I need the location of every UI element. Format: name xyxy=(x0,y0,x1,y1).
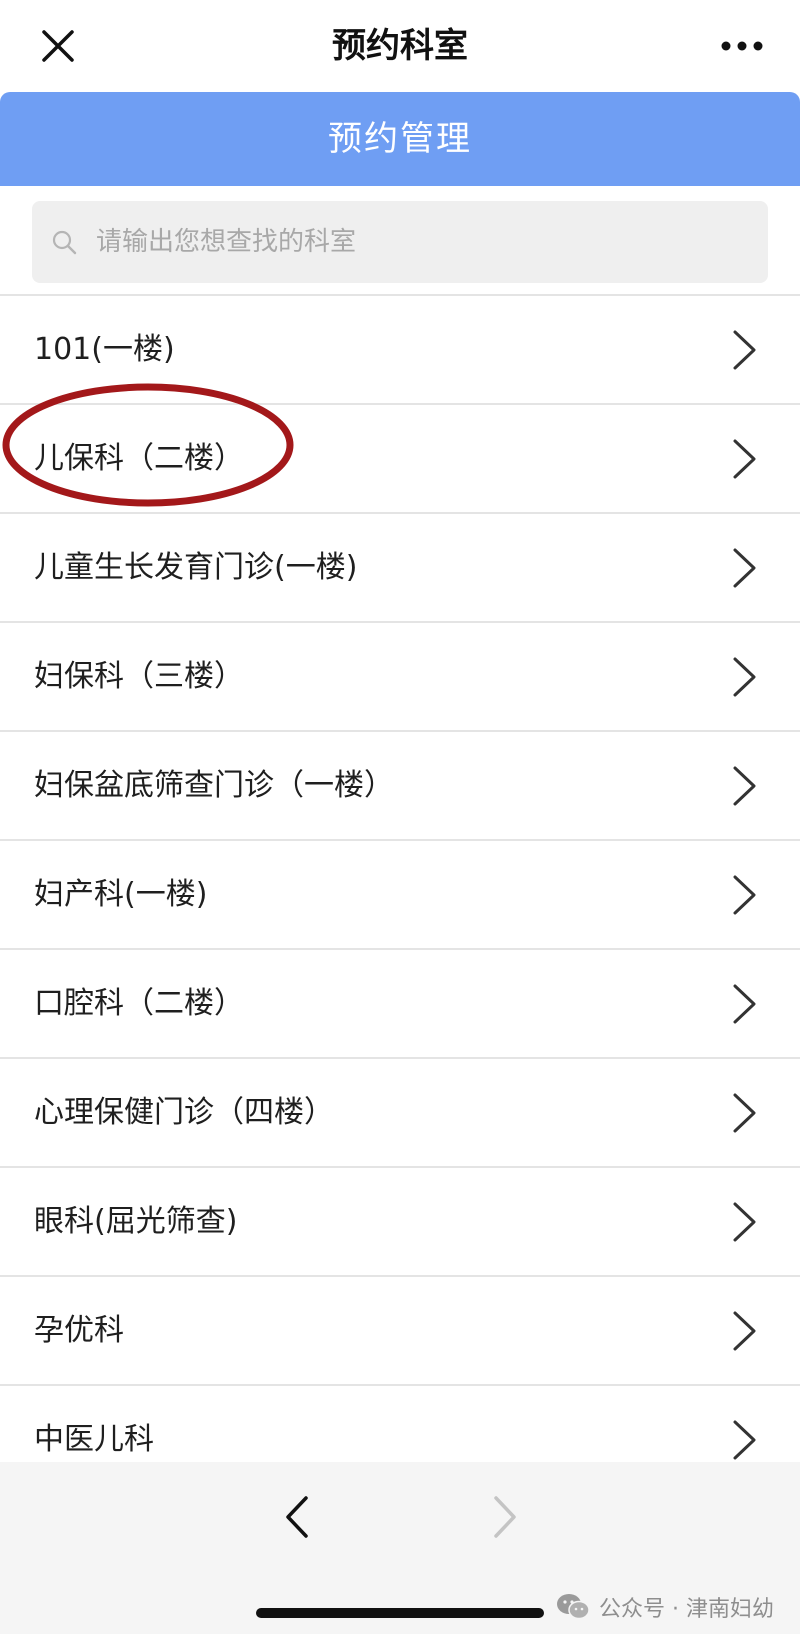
chevron-right-icon xyxy=(733,657,756,697)
watermark-text: 公众号 · 津南妇幼 xyxy=(599,1597,774,1622)
bottom-navigation: 公众号 · 津南妇幼 xyxy=(0,1462,800,1634)
department-item[interactable]: 妇保科（三楼） xyxy=(0,623,800,732)
department-label: 心理保健门诊（四楼） xyxy=(34,1095,334,1130)
title-bar: 预约科室 xyxy=(0,0,800,92)
department-item[interactable]: 101(一楼) xyxy=(0,296,800,405)
department-label: 眼科(屈光筛查) xyxy=(34,1204,238,1239)
chevron-right-icon xyxy=(733,766,756,806)
chevron-right-icon xyxy=(733,1093,756,1133)
search-box[interactable] xyxy=(32,201,768,283)
page-title: 预约科室 xyxy=(332,26,468,66)
watermark: 公众号 · 津南妇幼 xyxy=(555,1587,774,1627)
department-item[interactable]: 口腔科（二楼） xyxy=(0,950,800,1059)
chevron-right-icon xyxy=(733,548,756,588)
department-label: 妇产科(一楼) xyxy=(34,877,208,912)
department-item[interactable]: 妇产科(一楼) xyxy=(0,841,800,950)
back-button[interactable] xyxy=(280,1492,314,1542)
chevron-right-icon xyxy=(733,1311,756,1351)
more-button[interactable] xyxy=(718,30,766,62)
close-icon xyxy=(42,30,74,62)
chevron-right-icon xyxy=(733,1420,756,1460)
department-label: 101(一楼) xyxy=(34,332,175,367)
wechat-icon xyxy=(557,1594,590,1620)
more-icon xyxy=(721,41,763,51)
forward-button[interactable] xyxy=(488,1492,522,1542)
page: 预约科室 预约管理 101(一楼) 儿保科（二楼） xyxy=(0,0,800,1634)
department-label: 孕优科 xyxy=(34,1313,124,1348)
department-item[interactable]: 眼科(屈光筛查) xyxy=(0,1168,800,1277)
department-list: 101(一楼) 儿保科（二楼） 儿童生长发育门诊(一楼) 妇保科（三楼） 妇保盆… xyxy=(0,294,800,1495)
search-input[interactable] xyxy=(84,201,756,283)
department-item[interactable]: 孕优科 xyxy=(0,1277,800,1386)
chevron-left-icon xyxy=(286,1496,308,1538)
home-indicator xyxy=(256,1608,544,1618)
search-area xyxy=(0,186,800,294)
department-item[interactable]: 心理保健门诊（四楼） xyxy=(0,1059,800,1168)
chevron-right-icon xyxy=(733,1202,756,1242)
search-icon xyxy=(52,230,77,255)
chevron-right-icon xyxy=(494,1496,516,1538)
department-label: 儿童生长发育门诊(一楼) xyxy=(34,550,358,585)
department-item[interactable]: 妇保盆底筛查门诊（一楼） xyxy=(0,732,800,841)
department-label: 儿保科（二楼） xyxy=(34,441,244,476)
chevron-right-icon xyxy=(733,875,756,915)
department-label: 口腔科（二楼） xyxy=(34,986,244,1021)
appointment-management-header: 预约管理 xyxy=(0,92,800,186)
department-item[interactable]: 儿保科（二楼） xyxy=(0,405,800,514)
chevron-right-icon xyxy=(733,984,756,1024)
department-item[interactable]: 儿童生长发育门诊(一楼) xyxy=(0,514,800,623)
chevron-right-icon xyxy=(733,330,756,370)
department-label: 妇保科（三楼） xyxy=(34,659,244,694)
chevron-right-icon xyxy=(733,439,756,479)
department-label: 妇保盆底筛查门诊（一楼） xyxy=(34,768,394,803)
close-button[interactable] xyxy=(36,24,80,68)
